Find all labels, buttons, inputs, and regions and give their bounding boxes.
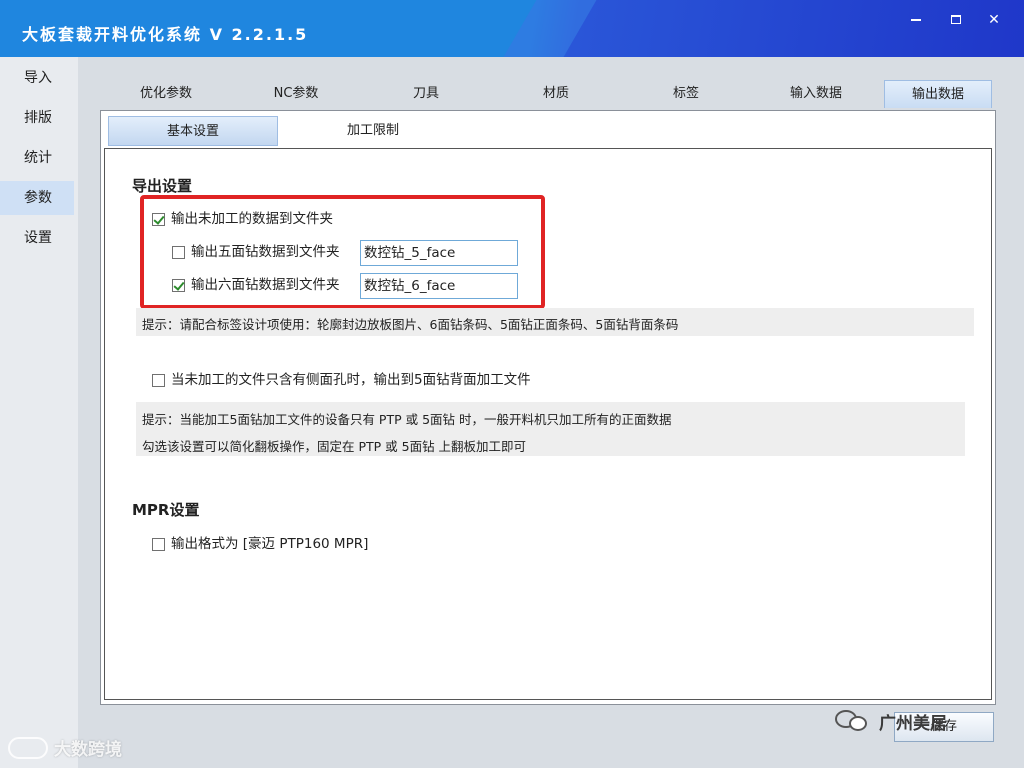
hint-text: 提示：请配合标签设计项使用：轮廓封边放板图片、6面钻条码、5面钻正面条码、5面钻… (142, 317, 679, 332)
sidebar-item-label: 参数 (24, 190, 52, 206)
maximize-button[interactable] (940, 8, 972, 32)
hint-box-five-face: 提示：当能加工5面钻加工文件的设备只有 PTP 或 5面钻 时，一般开料机只加工… (136, 402, 965, 456)
sidebar-item-label: 统计 (24, 150, 52, 166)
hint-box-labels: 提示：请配合标签设计项使用：轮廓封边放板图片、6面钻条码、5面钻正面条码、5面钻… (136, 308, 974, 336)
tab-nc-params[interactable]: NC参数 (242, 80, 350, 108)
watermark-right: 广州美居 (835, 708, 947, 734)
close-button[interactable]: ✕ (978, 8, 1010, 32)
sidebar-item-parameters[interactable]: 参数 (0, 181, 74, 215)
watermark-right-text: 广州美居 (879, 713, 947, 734)
tab-input-data[interactable]: 输入数据 (762, 80, 870, 108)
window-title: 大板套裁开料优化系统 V 2.2.1.5 (22, 25, 309, 44)
tab-labels[interactable]: 标签 (632, 80, 740, 108)
watermark-left-text: 大数跨境 (54, 740, 122, 760)
tab-optimization-params[interactable]: 优化参数 (112, 80, 220, 108)
subtab-processing-limits[interactable]: 加工限制 (288, 116, 458, 146)
watermark-left: 大数跨境 (8, 735, 122, 760)
side-hole-option[interactable]: 当未加工的文件只含有侧面孔时，输出到5面钻背面加工文件 (152, 371, 531, 389)
minimize-button[interactable] (900, 8, 932, 32)
hint-text: 提示：当能加工5面钻加工文件的设备只有 PTP 或 5面钻 时，一般开料机只加工… (142, 412, 672, 427)
export-settings-title: 导出设置 (132, 177, 193, 195)
mpr-format-option[interactable]: 输出格式为 [豪迈 PTP160 MPR] (152, 535, 368, 553)
close-icon: ✕ (988, 12, 1000, 28)
sidebar-item-label: 排版 (24, 110, 52, 126)
mpr-format-label: 输出格式为 [豪迈 PTP160 MPR] (171, 536, 369, 552)
wechat-icon (835, 708, 871, 734)
sidebar-item-label: 设置 (24, 230, 52, 246)
maximize-icon (951, 15, 961, 24)
sidebar-item-label: 导入 (24, 70, 52, 86)
title-bar-decoration (503, 0, 597, 57)
watermark-logo-icon (8, 736, 48, 759)
hint-text: 勾选该设置可以简化翻板操作，固定在 PTP 或 5面钻 上翻板加工即可 (142, 439, 527, 454)
tab-output-data[interactable]: 输出数据 (884, 80, 992, 108)
subtab-basic-settings[interactable]: 基本设置 (108, 116, 278, 146)
tab-materials[interactable]: 材质 (502, 80, 610, 108)
side-hole-checkbox[interactable] (152, 373, 165, 387)
sidebar-item-statistics[interactable]: 统计 (0, 141, 74, 175)
sidebar-item-layout[interactable]: 排版 (0, 101, 74, 135)
sidebar-item-import[interactable]: 导入 (0, 61, 74, 95)
sidebar-item-settings[interactable]: 设置 (0, 221, 74, 255)
tab-tools[interactable]: 刀具 (372, 80, 480, 108)
minimize-icon (911, 18, 921, 21)
sidebar: 导入 排版 统计 参数 设置 (0, 57, 78, 768)
side-hole-label: 当未加工的文件只含有侧面孔时，输出到5面钻背面加工文件 (171, 372, 531, 388)
highlight-annotation (140, 195, 545, 309)
title-bar: 大板套裁开料优化系统 V 2.2.1.5 ✕ (0, 0, 1024, 57)
mpr-format-checkbox[interactable] (152, 537, 165, 551)
mpr-settings-title: MPR设置 (132, 501, 200, 519)
